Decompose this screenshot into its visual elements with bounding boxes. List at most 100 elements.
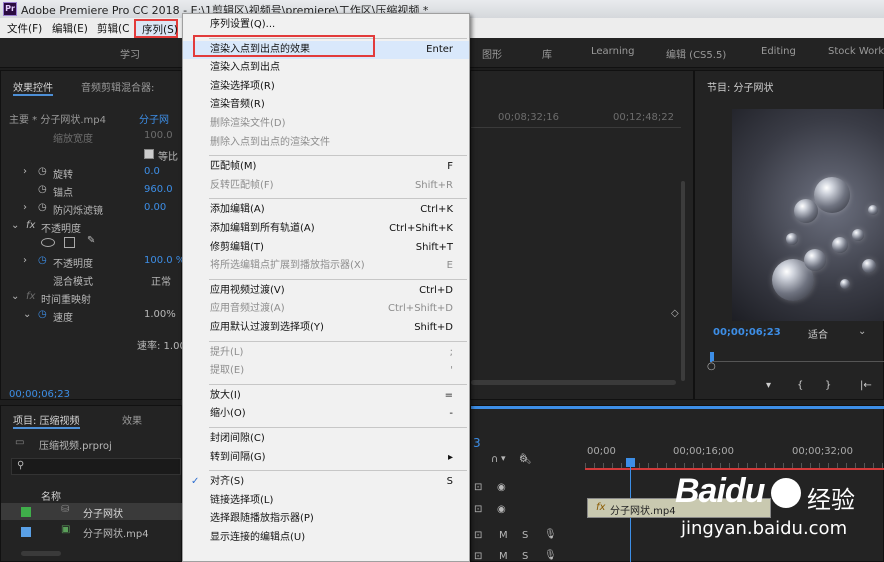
snap-icon[interactable]: ∩ (491, 454, 498, 465)
microphone-icon[interactable]: 🎙︎ (544, 529, 557, 540)
effect-timecode[interactable]: 00;00;06;23 (9, 389, 70, 400)
add-marker-icon[interactable]: ▾ (766, 380, 771, 391)
uniform-scale-checkbox[interactable] (144, 149, 154, 159)
row-anchor-value[interactable]: 960.0 (144, 184, 173, 195)
menu-item[interactable]: 缩小(O) - (183, 405, 469, 423)
menu-item[interactable]: 转到间隔(G) ▸ (183, 449, 469, 467)
zoom-handle-icon[interactable]: ○ (707, 361, 716, 372)
menu-item-label: 渲染入点到出点 (210, 62, 280, 74)
list-item[interactable]: ⛁ 分子网状 (1, 503, 183, 520)
program-video-frame[interactable] (732, 109, 884, 321)
timeline-marker-label: 3 (473, 436, 481, 450)
row-blend-label: 混合模式 (53, 277, 93, 288)
menu-sequence-highlight[interactable]: 序列(S) (134, 19, 178, 38)
menu-item[interactable]: 链接选择项(L) (183, 492, 469, 510)
solo-track-button[interactable]: S (522, 551, 528, 562)
sequence-clip-label[interactable]: 分子网 (139, 111, 169, 126)
menu-clip[interactable]: 剪辑(C (97, 21, 129, 36)
toggle-sync-lock-icon[interactable]: ⊡ (474, 530, 482, 541)
collapse-chevron-icon[interactable]: ⌄ (11, 291, 19, 302)
menu-item[interactable]: 匹配帧(M) F (183, 158, 469, 176)
stopwatch-icon[interactable]: ◷ (38, 166, 47, 177)
mark-in-icon[interactable]: { (797, 380, 803, 391)
toggle-sync-lock-icon[interactable]: ⊡ (474, 482, 482, 493)
stopwatch-icon[interactable]: ◷ (38, 309, 47, 320)
menu-item[interactable]: 渲染入点到出点 (183, 59, 469, 77)
row-flicker-value[interactable]: 0.00 (144, 202, 166, 213)
tab-effects[interactable]: 效果 (122, 412, 142, 427)
menu-item[interactable]: 渲染选择项(R) (183, 78, 469, 96)
eye-icon[interactable]: ◉ (497, 482, 506, 493)
expand-chevron-icon[interactable]: › (23, 166, 27, 177)
workspace-libraries[interactable]: 库 (542, 46, 552, 61)
menu-item[interactable]: 应用默认过渡到选择项(Y) Shift+D (183, 319, 469, 337)
workspace-graphics[interactable]: 图形 (482, 46, 502, 61)
row-speed-value[interactable]: 1.00% (144, 309, 176, 320)
eye-icon[interactable]: ◉ (497, 504, 506, 515)
menu-item[interactable]: 添加编辑(A) Ctrl+K (183, 201, 469, 219)
workspace-learning[interactable]: Learning (591, 46, 634, 57)
menu-item[interactable]: 修剪编辑(T) Shift+T (183, 239, 469, 257)
column-name-header[interactable]: 名称 (41, 488, 61, 503)
fit-dropdown[interactable]: 适合 (808, 326, 828, 341)
workspace-learn[interactable]: 学习 (120, 46, 140, 61)
microphone-icon[interactable]: 🎙︎ (544, 550, 557, 561)
mute-track-button[interactable]: M (499, 530, 508, 541)
master-clip-label[interactable]: 主要 * 分子网状.mp4 (9, 111, 106, 126)
row-scale-width-label: 缩放宽度 (53, 134, 93, 145)
horizontal-scrollbar[interactable] (21, 551, 61, 556)
solo-track-button[interactable]: S (522, 530, 528, 541)
menu-item-label: 链接选择项(L) (210, 494, 274, 506)
menu-item[interactable]: 序列设置(Q)... (183, 16, 469, 34)
toggle-sync-lock-icon[interactable]: ⊡ (474, 504, 482, 515)
row-opacity-value[interactable]: 100.0 % (144, 255, 185, 266)
stopwatch-icon[interactable]: ◷ (38, 255, 47, 266)
menu-file[interactable]: 文件(F) (7, 21, 42, 36)
workspace-editing-cs55[interactable]: 编辑 (CS5.5) (666, 46, 726, 61)
list-item[interactable]: ▣ 分子网状.mp4 (1, 523, 183, 540)
tab-effect-controls[interactable]: 效果控件 (13, 79, 53, 96)
menu-item[interactable]: 封闭间隙(C) (183, 430, 469, 448)
menu-item[interactable]: 应用视频过渡(V) Ctrl+D (183, 282, 469, 300)
menu-item[interactable]: 选择跟随播放指示器(P) (183, 510, 469, 528)
tab-project[interactable]: 项目: 压缩视频 (13, 412, 80, 429)
menu-separator (209, 427, 467, 428)
mark-out-icon[interactable]: } (825, 380, 831, 391)
tab-audio-clip-mixer[interactable]: 音频剪辑混合器: (81, 79, 154, 94)
program-timecode[interactable]: 00;00;06;23 (713, 327, 781, 338)
collapse-chevron-icon[interactable]: ⌄ (11, 220, 19, 231)
keyframe-icon[interactable]: ◇ (671, 308, 679, 319)
mute-track-button[interactable]: M (499, 551, 508, 562)
menu-item[interactable]: 显示连接的编辑点(U) (183, 529, 469, 547)
row-blend-value[interactable]: 正常 (151, 273, 171, 288)
collapse-chevron-icon[interactable]: ⌄ (23, 309, 31, 320)
ellipse-mask-icon[interactable] (41, 238, 55, 247)
row-scale-width-value[interactable]: 100.0 (144, 130, 173, 141)
row-rotation-value[interactable]: 0.0 (144, 166, 160, 177)
vertical-scrollbar[interactable] (681, 181, 685, 381)
stopwatch-icon[interactable]: ◷ (38, 202, 47, 213)
menu-edit[interactable]: 编辑(E) (52, 21, 88, 36)
wrench-icon[interactable]: 🔧︎ (519, 454, 532, 465)
workspace-stock[interactable]: Stock Work (828, 46, 884, 57)
go-to-in-icon[interactable]: |← (860, 380, 872, 391)
menu-item[interactable]: 渲染音频(R) (183, 96, 469, 114)
rectangle-mask-icon[interactable] (64, 237, 75, 248)
search-icon: ⚲ (17, 460, 25, 471)
workspace-editing[interactable]: Editing (761, 46, 796, 57)
menu-sequence[interactable]: 序列(S) (142, 22, 178, 37)
menu-item: 将所选编辑点扩展到播放指示器(X) E (183, 257, 469, 275)
chevron-down-icon[interactable]: ⌄ (858, 326, 866, 337)
menu-item[interactable]: ✓ 对齐(S) S (183, 473, 469, 491)
horizontal-scrollbar[interactable] (471, 380, 676, 385)
menu-item[interactable]: 添加编辑到所有轨道(A) Ctrl+Shift+K (183, 220, 469, 238)
expand-chevron-icon[interactable]: › (23, 255, 27, 266)
project-search-input[interactable]: ⚲ (11, 458, 181, 475)
marker-icon[interactable]: ▾ (501, 454, 506, 464)
toggle-sync-lock-icon[interactable]: ⊡ (474, 551, 482, 562)
program-monitor-title[interactable]: 节目: 分子网状 (707, 79, 774, 94)
expand-chevron-icon[interactable]: › (23, 202, 27, 213)
pen-mask-icon[interactable]: ✎ (87, 235, 95, 246)
menu-item[interactable]: 放大(I) = (183, 387, 469, 405)
stopwatch-icon[interactable]: ◷ (38, 184, 47, 195)
